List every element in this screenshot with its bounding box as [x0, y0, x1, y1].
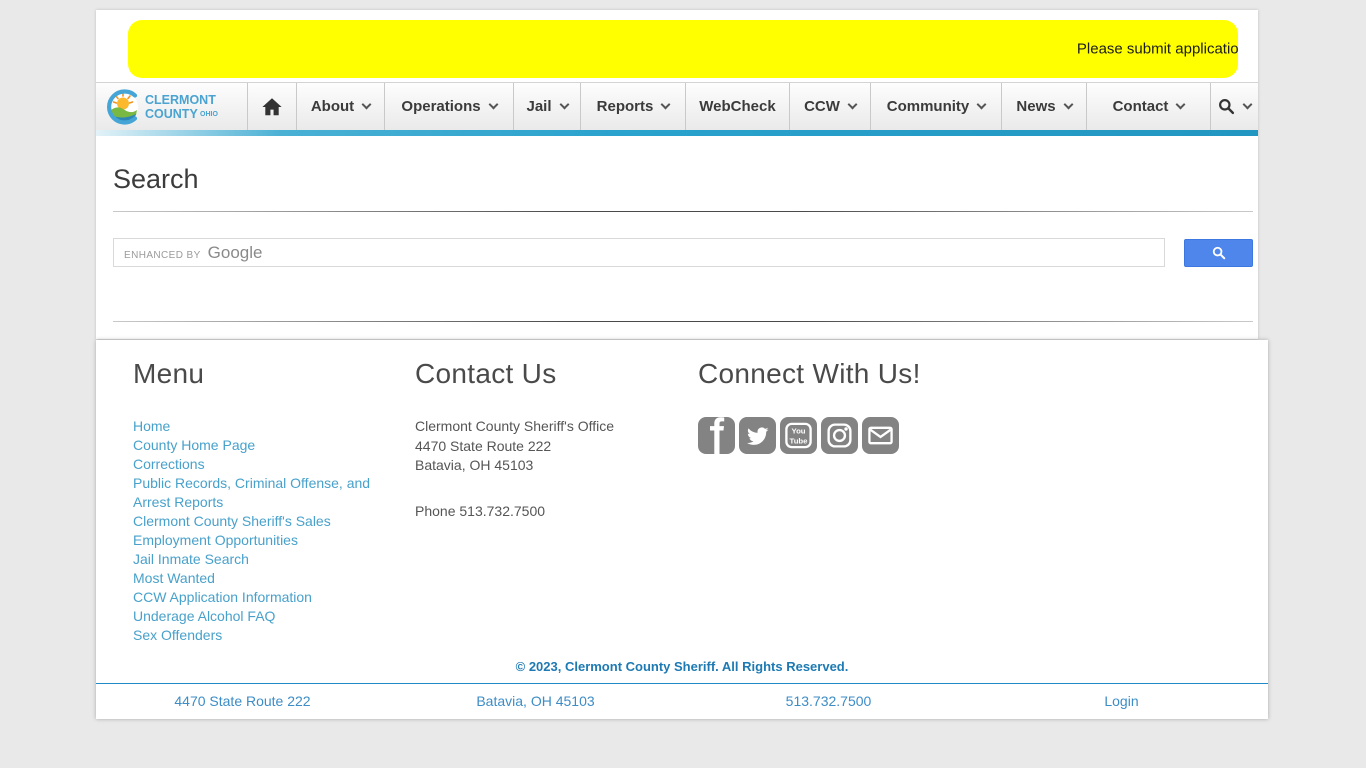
- nav-label: Operations: [401, 98, 480, 115]
- search-icon: [1218, 98, 1235, 115]
- footer-connect-column: Connect With Us! You Tube: [698, 358, 1268, 645]
- search-section: Search ENHANCED BY Google: [96, 136, 1258, 339]
- chevron-down-icon: [1063, 100, 1073, 110]
- nav-label: Contact: [1113, 98, 1169, 115]
- menu-link-county-home-page[interactable]: County Home Page: [133, 436, 385, 455]
- nav-label: Community: [887, 98, 970, 115]
- footer-columns: Menu Home County Home Page Corrections P…: [96, 340, 1268, 655]
- search-input[interactable]: ENHANCED BY Google: [113, 238, 1165, 267]
- chevron-down-icon: [1176, 100, 1186, 110]
- email-link[interactable]: [862, 417, 899, 454]
- divider: [113, 321, 1253, 322]
- nav-item-ccw[interactable]: CCW: [790, 83, 871, 130]
- youtube-icon: You Tube: [783, 420, 814, 451]
- youtube-link[interactable]: You Tube: [780, 417, 817, 454]
- chevron-down-icon: [362, 100, 372, 110]
- page-title: Search: [113, 164, 1253, 195]
- menu-heading: Menu: [133, 358, 415, 390]
- facebook-icon: [698, 417, 735, 454]
- nav-item-news[interactable]: News: [1002, 83, 1087, 130]
- copyright-text: © 2023, Clermont County Sheriff. All Rig…: [96, 655, 1268, 683]
- menu-link-public-records[interactable]: Public Records, Criminal Offense, and Ar…: [133, 474, 385, 512]
- footer-contact-column: Contact Us Clermont County Sheriff's Off…: [415, 358, 698, 645]
- contact-org: Clermont County Sheriff's Office: [415, 417, 698, 437]
- footer-phone-link[interactable]: 513.732.7500: [786, 693, 872, 709]
- contact-heading: Contact Us: [415, 358, 698, 390]
- footer-city-link[interactable]: Batavia, OH 45103: [476, 693, 594, 709]
- nav-item-operations[interactable]: Operations: [385, 83, 514, 130]
- search-icon: [1212, 246, 1226, 260]
- menu-link-most-wanted[interactable]: Most Wanted: [133, 569, 385, 588]
- nav-item-webcheck[interactable]: WebCheck: [686, 83, 790, 130]
- menu-link-sex-offenders[interactable]: Sex Offenders: [133, 626, 385, 645]
- youtube-text-top: You: [791, 427, 805, 436]
- google-branding: ENHANCED BY Google: [124, 243, 262, 263]
- nav-item-contact[interactable]: Contact: [1087, 83, 1211, 130]
- marquee-text: Please submit application: [1077, 41, 1238, 58]
- logo-text-line2: COUNTY: [145, 107, 198, 121]
- nav-search-toggle[interactable]: [1211, 83, 1258, 130]
- bottom-bar-cell: Login: [975, 693, 1268, 711]
- instagram-link[interactable]: [821, 417, 858, 454]
- nav-item-about[interactable]: About: [297, 83, 385, 130]
- divider: [113, 211, 1253, 212]
- footer-card: Menu Home County Home Page Corrections P…: [96, 340, 1268, 719]
- logo-text-state: OHIO: [200, 111, 218, 118]
- email-icon: [867, 422, 894, 449]
- footer-bottom-bar: 4470 State Route 222 Batavia, OH 45103 5…: [96, 684, 1268, 719]
- menu-link-ccw-application[interactable]: CCW Application Information: [133, 588, 385, 607]
- youtube-text-bottom: Tube: [790, 436, 809, 445]
- enhanced-by-label: ENHANCED BY: [124, 250, 201, 261]
- connect-heading: Connect With Us!: [698, 358, 1268, 390]
- footer-address-link[interactable]: 4470 State Route 222: [174, 693, 310, 709]
- menu-link-sheriffs-sales[interactable]: Clermont County Sheriff's Sales: [133, 512, 385, 531]
- chevron-down-icon: [661, 100, 671, 110]
- chevron-down-icon: [977, 100, 987, 110]
- menu-link-employment[interactable]: Employment Opportunities: [133, 531, 385, 550]
- chevron-down-icon: [559, 100, 569, 110]
- nav-item-reports[interactable]: Reports: [581, 83, 686, 130]
- nav-item-community[interactable]: Community: [871, 83, 1002, 130]
- chevron-down-icon: [847, 100, 857, 110]
- search-submit-button[interactable]: [1184, 239, 1253, 267]
- nav-label: Jail: [526, 98, 551, 115]
- bottom-bar-cell: Batavia, OH 45103: [389, 693, 682, 711]
- bottom-bar-cell: 513.732.7500: [682, 693, 975, 711]
- chevron-down-icon: [1243, 100, 1253, 110]
- login-link[interactable]: Login: [1104, 693, 1138, 709]
- menu-link-jail-inmate-search[interactable]: Jail Inmate Search: [133, 550, 385, 569]
- instagram-icon: [825, 421, 854, 450]
- twitter-icon: [745, 423, 770, 448]
- nav-label: About: [311, 98, 354, 115]
- contact-address: 4470 State Route 222: [415, 437, 698, 457]
- footer-menu-list: Home County Home Page Corrections Public…: [133, 417, 415, 645]
- announcement-banner-area: Please submit application: [96, 10, 1258, 82]
- menu-link-corrections[interactable]: Corrections: [133, 455, 385, 474]
- twitter-link[interactable]: [739, 417, 776, 454]
- contact-phone: Phone 513.732.7500: [415, 502, 698, 522]
- contact-city: Batavia, OH 45103: [415, 456, 698, 476]
- social-icons-row: You Tube: [698, 417, 1268, 454]
- nav-label: CCW: [804, 98, 840, 115]
- clermont-county-logo-icon: CLERMONT COUNTY OHIO: [104, 87, 240, 127]
- nav-label: WebCheck: [699, 98, 775, 115]
- nav-item-jail[interactable]: Jail: [514, 83, 581, 130]
- google-search-form: ENHANCED BY Google: [113, 238, 1253, 267]
- announcement-marquee: Please submit application: [128, 20, 1238, 78]
- menu-link-underage-alcohol-faq[interactable]: Underage Alcohol FAQ: [133, 607, 385, 626]
- nav-home-button[interactable]: [248, 83, 297, 130]
- main-navbar: CLERMONT COUNTY OHIO About Operations Ja…: [96, 82, 1258, 130]
- nav-label: News: [1016, 98, 1055, 115]
- footer-menu-column: Menu Home County Home Page Corrections P…: [133, 358, 415, 645]
- bottom-bar-cell: 4470 State Route 222: [96, 693, 389, 711]
- facebook-link[interactable]: [698, 417, 735, 454]
- menu-link-home[interactable]: Home: [133, 417, 385, 436]
- home-icon: [261, 96, 283, 118]
- google-logo-text: Google: [208, 243, 263, 263]
- logo-text-line1: CLERMONT: [145, 93, 216, 107]
- site-logo[interactable]: CLERMONT COUNTY OHIO: [96, 83, 248, 130]
- main-content-card: Please submit application CLERMONT COUNT…: [96, 10, 1258, 339]
- chevron-down-icon: [488, 100, 498, 110]
- nav-label: Reports: [597, 98, 654, 115]
